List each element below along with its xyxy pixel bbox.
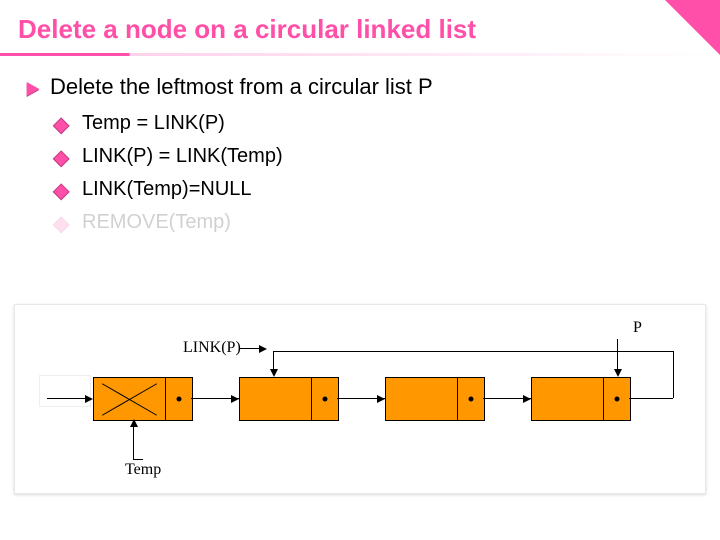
bullet-text: REMOVE(Temp) [82,211,231,234]
arrow-head-icon [231,395,239,403]
arrow-head-icon [259,345,267,353]
node-pointer [458,378,484,420]
bullet-level2: Temp = LINK(P) [58,112,694,135]
linked-list-diagram: P LINK(P) Temp [29,315,691,485]
bullet-level2: LINK(Temp)=NULL [58,178,694,201]
arrow-head-icon [85,395,93,403]
arrow-head-icon [523,395,531,403]
label-temp: Temp [125,461,161,479]
node-data [240,378,312,420]
arrow-line [273,351,673,352]
node-4 [531,377,631,421]
arrow-head-icon [270,369,278,377]
arrow-head-icon [377,395,385,403]
label-linkp: LINK(P) [183,339,241,357]
corner-accent [665,0,720,55]
bullet-level2: LINK(P) = LINK(Temp) [58,145,694,168]
node-pointer [604,378,630,420]
label-p: P [633,319,642,337]
title-underline [0,53,720,56]
arrow-line [133,425,134,459]
arrow-line [673,351,674,398]
arrow-line [617,339,618,373]
bullet-text: LINK(Temp)=NULL [82,178,252,201]
diamond-icon [53,117,70,134]
diamond-icon [53,216,70,233]
node-2 [239,377,339,421]
bullet-level1: Delete the leftmost from a circular list… [26,74,694,100]
arrow-line [133,459,143,460]
arrow-head-icon [130,419,138,427]
slide-content: Delete the leftmost from a circular list… [0,74,720,234]
node-1-deleted [93,377,193,421]
diamond-icon [53,150,70,167]
node-pointer [166,378,192,420]
bullet-text: Temp = LINK(P) [82,112,225,135]
arrow-head-icon [614,369,622,377]
node-data [532,378,604,420]
bullet-text: LINK(P) = LINK(Temp) [82,145,283,168]
diamond-icon [53,183,70,200]
arrow-icon [27,82,40,96]
node-data [386,378,458,420]
node-3 [385,377,485,421]
bullet-text: Delete the leftmost from a circular list… [50,74,433,100]
white-cover [39,375,91,407]
arrow-line [629,398,673,399]
diagram-container: P LINK(P) Temp [14,304,706,494]
slide-title: Delete a node on a circular linked list [0,0,720,53]
bullet-level2-cutoff: REMOVE(Temp) [58,211,694,234]
node-data [94,378,166,420]
node-pointer [312,378,338,420]
